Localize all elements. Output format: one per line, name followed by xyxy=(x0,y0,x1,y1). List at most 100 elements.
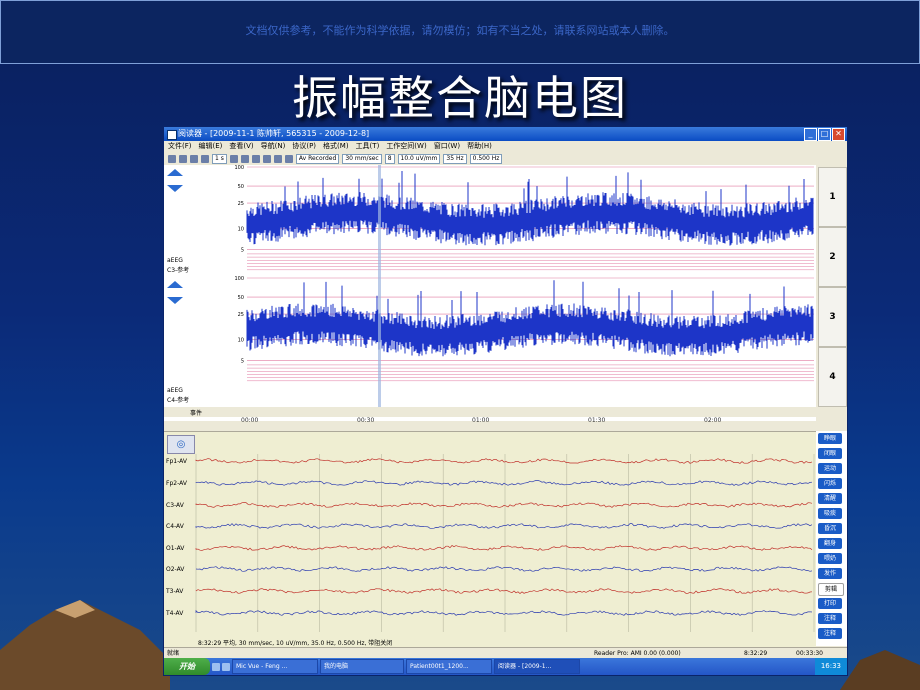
annotation-button[interactable]: 昏沉 xyxy=(818,523,842,534)
annotation-button[interactable]: 闭眼 xyxy=(818,448,842,459)
channels-select[interactable]: 8 xyxy=(384,153,395,164)
speed-select[interactable]: 30 mm/sec xyxy=(342,153,382,164)
reader-window: 阅读器 - [2009-11-1 陈帅轩, 565315 - 2009-12-8… xyxy=(163,126,848,676)
print-button[interactable]: 打印 xyxy=(818,598,842,609)
trend-scale-label: 10 xyxy=(238,226,244,232)
maximize-button[interactable]: □ xyxy=(818,128,831,141)
zoom-select[interactable]: 1 s xyxy=(212,153,227,164)
mountain-right-graphic xyxy=(840,650,920,690)
page-button-3[interactable]: 3 xyxy=(818,287,847,347)
page-button-4[interactable]: 4 xyxy=(818,347,847,407)
task-item[interactable]: 我的电脑 xyxy=(320,659,404,674)
annotation-button[interactable]: 睁眼 xyxy=(818,433,842,444)
slide-title: 振幅整合脑电图 xyxy=(292,71,628,125)
annotation-button[interactable]: 喂奶 xyxy=(818,553,842,564)
eeg-trace xyxy=(195,545,813,551)
annotation-button[interactable]: 清醒 xyxy=(818,493,842,504)
channel-c3: C3-AV xyxy=(166,502,184,509)
trend-scale-label: 50 xyxy=(238,295,244,301)
search-icon[interactable] xyxy=(273,154,282,163)
taskbar: 开始 Mic Vue - Feng ... 我的电脑 Patient00t1_1… xyxy=(164,658,847,675)
play-icon[interactable] xyxy=(240,154,249,163)
eeg-trace xyxy=(195,502,813,508)
aeeg-trace xyxy=(246,171,814,246)
music-icon[interactable] xyxy=(229,154,238,163)
menu-edit[interactable]: 编辑(E) xyxy=(199,141,223,152)
menu-tools[interactable]: 工具(T) xyxy=(356,141,380,152)
time-tick: 01:00 xyxy=(472,417,490,424)
trend-scale-label: 100 xyxy=(234,276,244,282)
print-icon[interactable] xyxy=(179,154,187,163)
window-titlebar: 阅读器 - [2009-11-1 陈帅轩, 565315 - 2009-12-8… xyxy=(164,127,847,141)
start-button[interactable]: 开始 xyxy=(164,658,210,675)
aeeg-trend-plot: 100 50 25 10 5 100 50 25 10 5 xyxy=(234,165,814,407)
highpass-select[interactable]: 0.500 Hz xyxy=(469,153,503,164)
trend-scale-label: 10 xyxy=(238,337,244,343)
raw-eeg-plot xyxy=(195,454,815,632)
trend-scale-label: 50 xyxy=(238,184,244,190)
event-row: 事件 xyxy=(164,407,816,417)
event-label: 事件 xyxy=(190,410,203,417)
aeeg-trend-area: aEEG C3-参考 aEEG C4-参考 100 50 25 10 5 100 50 25 1… xyxy=(164,165,816,421)
save-icon[interactable] xyxy=(168,154,176,163)
annotation-button[interactable]: 翻身 xyxy=(818,538,842,549)
window-title: 阅读器 - [2009-11-1 陈帅轩, 565315 - 2009-12-8… xyxy=(178,129,370,138)
channel-o2: O2-AV xyxy=(166,566,185,573)
menu-bar: 文件(F) 编辑(E) 查看(V) 导航(N) 协议(P) 格式(M) 工具(T… xyxy=(164,141,847,152)
annotation-button[interactable]: 吸痰 xyxy=(818,508,842,519)
eeg-settings-status: 8:32:29 平均, 30 mm/sec, 10 uV/mm, 35.0 Hz… xyxy=(198,640,393,647)
loop-icon[interactable] xyxy=(251,154,260,163)
clip-button[interactable]: 剪辑 xyxy=(818,583,844,596)
comment-button-2[interactable]: 注释 xyxy=(818,628,842,639)
mountain-left-graphic xyxy=(0,600,170,690)
menu-window[interactable]: 窗口(W) xyxy=(434,141,460,152)
montage-select[interactable]: Av Recorded xyxy=(295,153,340,164)
annotation-button[interactable]: 闪烁 xyxy=(818,478,842,489)
annotation-panel: 睁眼 闭眼 运动 闪烁 清醒 吸痰 昏沉 翻身 喂奶 发作 剪辑 打印 注释 注… xyxy=(816,431,847,646)
sensitivity-select[interactable]: 10.0 uV/mm xyxy=(397,153,441,164)
menu-navigate[interactable]: 导航(N) xyxy=(261,141,286,152)
channel-fp2: Fp2-AV xyxy=(166,480,187,487)
annotation-button[interactable]: 发作 xyxy=(818,568,842,579)
prev-icon[interactable] xyxy=(190,154,198,163)
quicklaunch-icon[interactable] xyxy=(222,662,230,671)
channel-t4: T4-AV xyxy=(166,610,184,617)
trend-scale-label: 5 xyxy=(241,359,244,365)
menu-help[interactable]: 帮助(H) xyxy=(467,141,492,152)
time-tick: 00:00 xyxy=(241,417,259,424)
toolbar: 1 s Av Recorded 30 mm/sec 8 10.0 uV/mm 3… xyxy=(164,152,847,166)
next-icon[interactable] xyxy=(201,154,209,163)
menu-file[interactable]: 文件(F) xyxy=(168,141,192,152)
trend-scale-label: 25 xyxy=(238,201,244,207)
time-tick: 02:00 xyxy=(704,417,722,424)
channel-c4: C4-AV xyxy=(166,523,184,530)
page-button-2[interactable]: 2 xyxy=(818,227,847,287)
task-item[interactable]: Mic Vue - Feng ... xyxy=(232,659,318,674)
channel-fp1: Fp1-AV xyxy=(166,458,187,465)
grid-icon[interactable] xyxy=(262,154,271,163)
comment-button[interactable]: 注释 xyxy=(818,613,842,624)
eeg-trace xyxy=(195,609,813,616)
menu-format[interactable]: 格式(M) xyxy=(323,141,349,152)
time-axis: 00:00 00:30 01:00 01:30 02:00 xyxy=(164,417,816,429)
annotation-button[interactable]: 运动 xyxy=(818,463,842,474)
time-tick: 00:30 xyxy=(357,417,375,424)
trend-scale-label: 100 xyxy=(234,165,244,171)
menu-protocol[interactable]: 协议(P) xyxy=(292,141,316,152)
task-item[interactable]: Patient00t1_1200... xyxy=(406,659,492,674)
minimize-button[interactable]: _ xyxy=(804,128,817,141)
quicklaunch-icon[interactable] xyxy=(212,662,220,671)
banner-text: 文档仅供参考，不能作为科学依据，请勿模仿；如有不当之处，请联系网站或本人删除。 xyxy=(0,0,920,64)
settings-icon[interactable] xyxy=(284,154,293,163)
app-icon xyxy=(167,130,177,140)
task-item-active[interactable]: 阅读器 - [2009-1... xyxy=(494,659,580,674)
lowpass-select[interactable]: 35 Hz xyxy=(443,153,467,164)
menu-view[interactable]: 查看(V) xyxy=(229,141,253,152)
raw-eeg-area: ◎ Fp1-AV Fp2-AV C3-AV C4-AV O1-AV O2-AV … xyxy=(164,431,816,647)
menu-workspace[interactable]: 工作空间(W) xyxy=(386,141,426,152)
time-tick: 01:30 xyxy=(588,417,606,424)
time-cursor[interactable] xyxy=(378,165,381,407)
page-button-1[interactable]: 1 xyxy=(818,167,847,227)
close-button[interactable]: ✕ xyxy=(832,128,845,141)
eeg-trace xyxy=(195,458,813,464)
